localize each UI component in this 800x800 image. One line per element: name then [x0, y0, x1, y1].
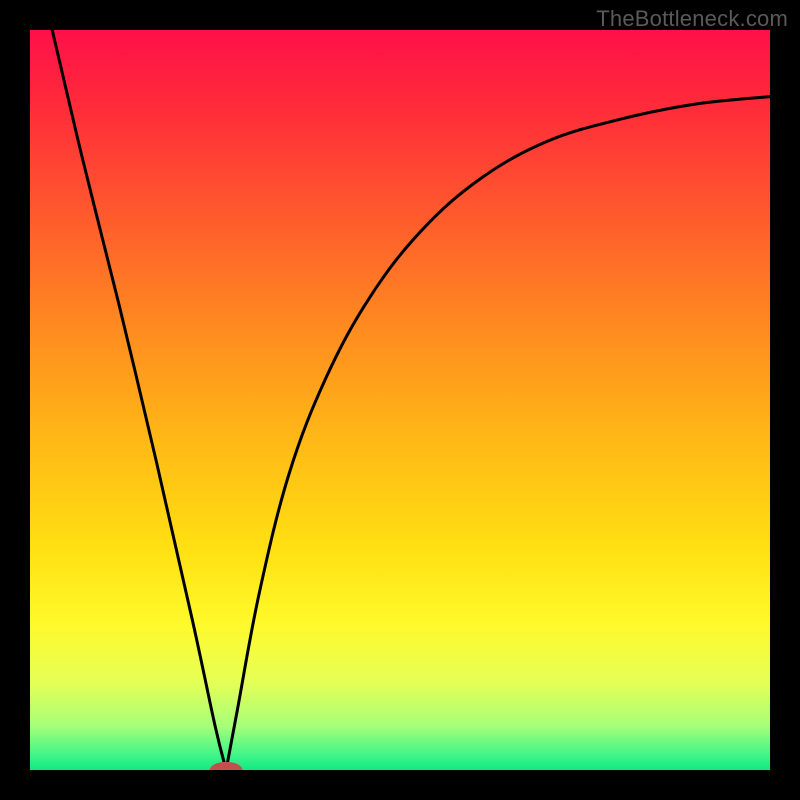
- chart-plot-area: [30, 30, 770, 770]
- bottleneck-curve-chart: [30, 30, 770, 770]
- watermark-text: TheBottleneck.com: [596, 6, 788, 32]
